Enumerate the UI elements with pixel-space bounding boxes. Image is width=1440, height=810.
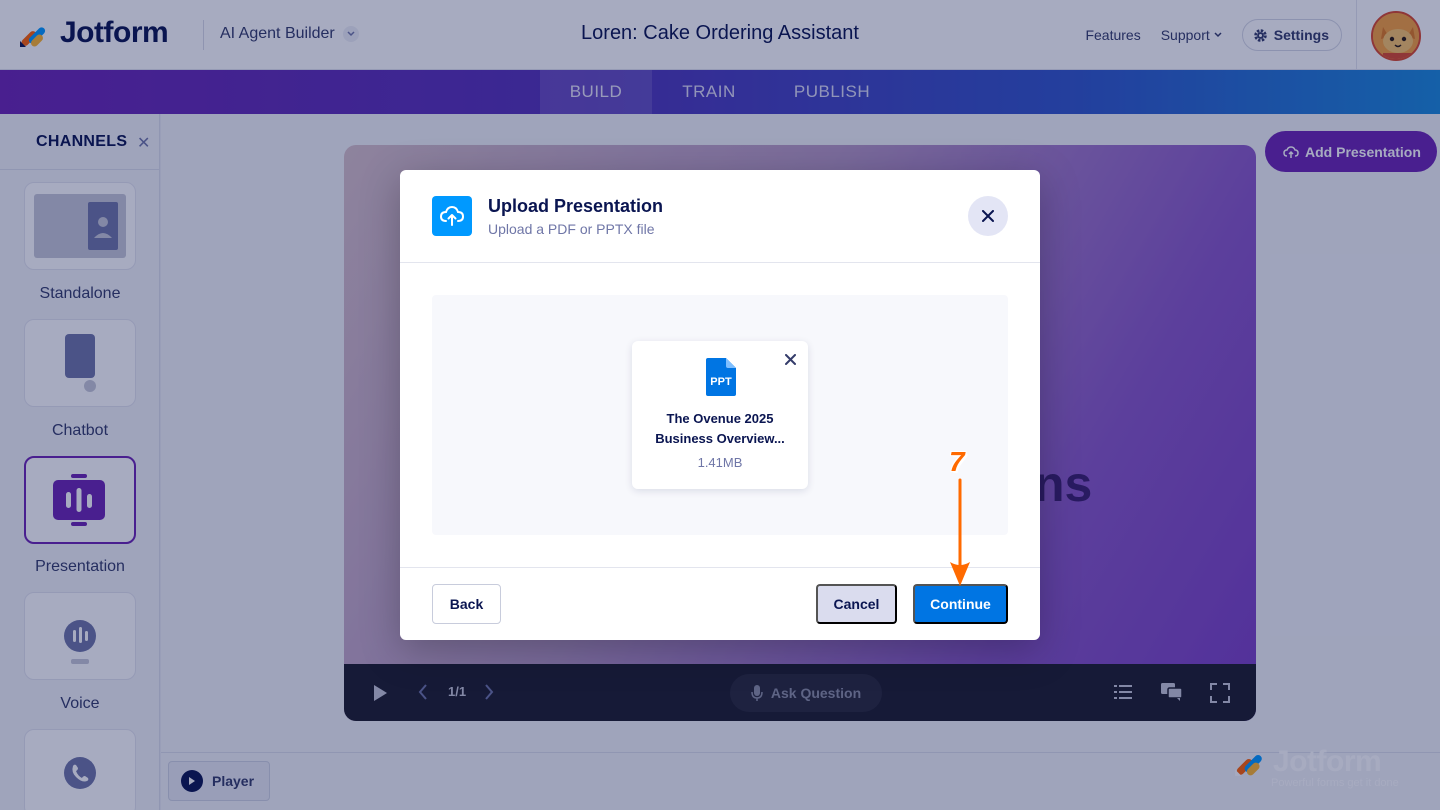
upload-presentation-modal: Upload Presentation Upload a PDF or PPTX… xyxy=(400,170,1040,640)
uploaded-file-card: PPT The Ovenue 2025 Business Overview...… xyxy=(632,341,808,489)
modal-footer: Back Cancel Continue xyxy=(400,567,1040,640)
file-size: 1.41MB xyxy=(697,455,743,470)
cloud-upload-icon xyxy=(432,196,472,236)
remove-file-button[interactable] xyxy=(781,350,799,368)
back-button[interactable]: Back xyxy=(432,584,501,624)
file-name: The Ovenue 2025 Business Overview... xyxy=(642,409,798,449)
modal-title: Upload Presentation xyxy=(488,196,664,216)
step-number-annotation: 7 xyxy=(949,446,965,477)
continue-button[interactable]: Continue xyxy=(913,584,1008,624)
close-icon xyxy=(982,210,994,222)
modal-subtitle: Upload a PDF or PPTX file xyxy=(488,221,655,237)
modal-header: Upload Presentation Upload a PDF or PPTX… xyxy=(400,170,1040,263)
cancel-button[interactable]: Cancel xyxy=(816,584,897,624)
modal-close-button[interactable] xyxy=(968,196,1008,236)
file-dropzone[interactable]: PPT The Ovenue 2025 Business Overview...… xyxy=(432,295,1008,535)
file-name-line-2: Business Overview... xyxy=(655,431,785,446)
file-name-line-1: The Ovenue 2025 xyxy=(666,411,774,426)
file-type-badge: PPT xyxy=(710,376,732,388)
close-icon xyxy=(784,353,796,365)
annotation-arrow-icon xyxy=(950,478,970,586)
